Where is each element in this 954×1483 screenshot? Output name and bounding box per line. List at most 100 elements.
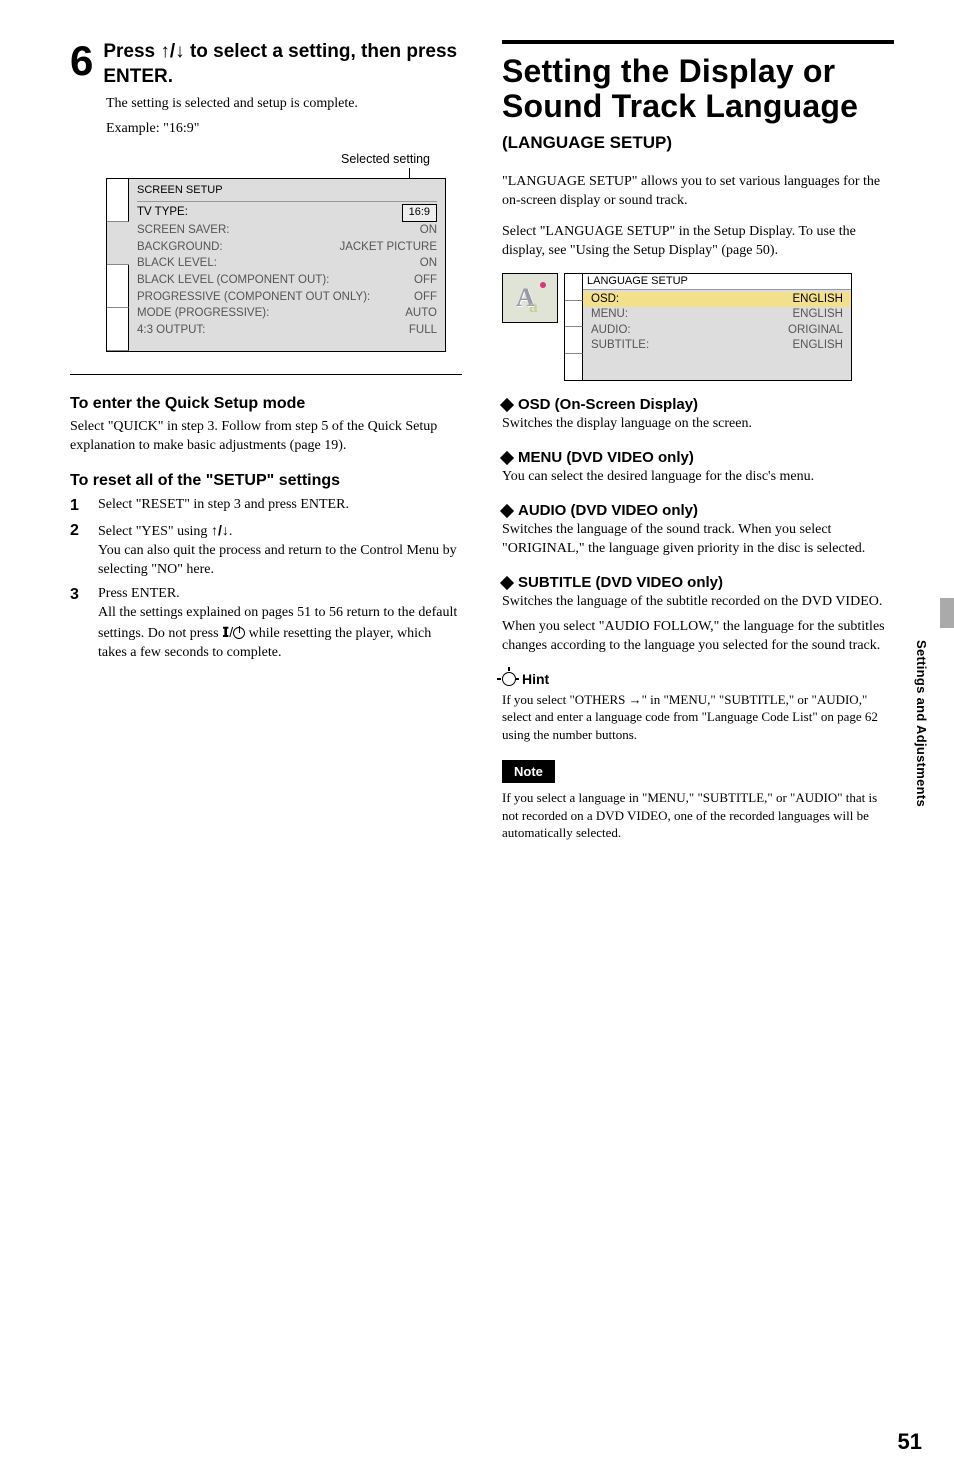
panel-value: OFF bbox=[414, 289, 437, 306]
lang-key: AUDIO: bbox=[591, 323, 631, 339]
heading-rule bbox=[502, 40, 894, 44]
diamond-bullet-icon bbox=[500, 576, 514, 590]
note-body: If you select a language in "MENU," "SUB… bbox=[502, 789, 894, 842]
right-arrow-icon: → bbox=[629, 692, 642, 707]
side-section-label: Settings and Adjustments bbox=[912, 640, 930, 807]
selected-setting-label: Selected setting bbox=[106, 151, 462, 168]
power-icon bbox=[233, 627, 245, 639]
selected-setting-pointer bbox=[409, 168, 410, 178]
panel-row: BLACK LEVEL: ON bbox=[137, 255, 437, 272]
diamond-bullet-icon bbox=[500, 398, 514, 412]
lang-panel-tabs bbox=[565, 274, 583, 380]
diamond-bullet-icon bbox=[500, 451, 514, 465]
panel-key: BACKGROUND: bbox=[137, 239, 223, 256]
osd-head-text: OSD (On-Screen Display) bbox=[518, 395, 698, 415]
audio-body: Switches the language of the sound track… bbox=[502, 521, 894, 559]
reset-3b: All the settings explained on pages 51 t… bbox=[98, 604, 462, 663]
hint-body: If you select "OTHERS →" in "MENU," "SUB… bbox=[502, 691, 894, 744]
step6-body-line1: The setting is selected and setup is com… bbox=[106, 95, 462, 114]
reset-step-1: 1 Select "RESET" in step 3 and press ENT… bbox=[70, 496, 462, 515]
panel-body: SCREEN SETUP TV TYPE: 16:9 SCREEN SAVER:… bbox=[129, 179, 445, 351]
panel-value: FULL bbox=[409, 322, 437, 339]
note-badge: Note bbox=[502, 760, 555, 784]
reset-step-2: 2 Select "YES" using ↑/↓. You can also q… bbox=[70, 521, 462, 580]
lang-val: ORIGINAL bbox=[788, 323, 843, 339]
left-column: 6 Press ↑/↓ to select a setting, then pr… bbox=[70, 40, 462, 848]
lang-row: SUBTITLE: ENGLISH bbox=[591, 338, 843, 354]
panel-row: BACKGROUND: JACKET PICTURE bbox=[137, 239, 437, 256]
panel-key: 4:3 OUTPUT: bbox=[137, 322, 205, 339]
step6-text-a: Press bbox=[103, 41, 160, 62]
screen-setup-figure: Selected setting SCREEN SETUP TV TYPE: 1… bbox=[106, 151, 462, 351]
step-6: 6 Press ↑/↓ to select a setting, then pr… bbox=[70, 40, 462, 89]
intro-paragraph: "LANGUAGE SETUP" allows you to set vario… bbox=[502, 173, 894, 211]
quick-setup-heading: To enter the Quick Setup mode bbox=[70, 393, 462, 415]
subtitle-body-2: When you select "AUDIO FOLLOW," the lang… bbox=[502, 618, 894, 656]
screen-setup-panel: SCREEN SETUP TV TYPE: 16:9 SCREEN SAVER:… bbox=[106, 178, 446, 352]
panel-key: BLACK LEVEL (COMPONENT OUT): bbox=[137, 272, 329, 289]
panel-tab bbox=[107, 308, 129, 351]
reset-heading: To reset all of the "SETUP" settings bbox=[70, 470, 462, 492]
reset-step-2-body: Select "YES" using ↑/↓. You can also qui… bbox=[98, 521, 462, 580]
panel-row: BLACK LEVEL (COMPONENT OUT): OFF bbox=[137, 272, 437, 289]
step-number-6: 6 bbox=[70, 40, 93, 82]
panel-tab bbox=[107, 265, 129, 308]
side-tab-marker bbox=[940, 598, 954, 628]
page-number: 51 bbox=[898, 1427, 922, 1457]
panel-key: TV TYPE: bbox=[137, 204, 188, 222]
reset-2a: Select "YES" using bbox=[98, 524, 211, 539]
menu-head-text: MENU (DVD VIDEO only) bbox=[518, 448, 694, 468]
subtitle-head-text: SUBTITLE (DVD VIDEO only) bbox=[518, 573, 723, 593]
reset-2a-end: . bbox=[229, 524, 233, 539]
updown-arrows-icon: ↑/↓ bbox=[211, 522, 229, 538]
reset-2b: You can also quit the process and return… bbox=[98, 542, 462, 580]
panel-value: ON bbox=[420, 255, 437, 272]
osd-heading: OSD (On-Screen Display) bbox=[502, 395, 894, 415]
panel-key: PROGRESSIVE (COMPONENT OUT ONLY): bbox=[137, 289, 370, 306]
panel-tabs bbox=[107, 179, 129, 351]
list-number: 3 bbox=[70, 585, 88, 663]
power-prefix: 𝗜/ bbox=[222, 624, 233, 640]
language-setup-figure: Aa LANGUAGE SETUP OSD:ENGLISH MENU:ENGLI… bbox=[502, 273, 852, 381]
lang-row: MENU: ENGLISH bbox=[591, 307, 843, 323]
panel-value-selected: 16:9 bbox=[402, 204, 437, 222]
panel-tab-active bbox=[107, 222, 129, 265]
lang-row: OSD: ENGLISH bbox=[583, 292, 851, 308]
subtitle-body-1: Switches the language of the subtitle re… bbox=[502, 593, 894, 612]
menu-heading: MENU (DVD VIDEO only) bbox=[502, 448, 894, 468]
language-setup-panel: LANGUAGE SETUP OSD:ENGLISH MENU:ENGLISH … bbox=[564, 273, 852, 381]
lang-val: ENGLISH bbox=[793, 338, 844, 354]
panel-row: 4:3 OUTPUT: FULL bbox=[137, 322, 437, 339]
updown-arrows-icon: ↑/↓ bbox=[160, 41, 184, 62]
lang-key: SUBTITLE: bbox=[591, 338, 649, 354]
panel-key: BLACK LEVEL: bbox=[137, 255, 217, 272]
panel-value: OFF bbox=[414, 272, 437, 289]
panel-value: JACKET PICTURE bbox=[339, 239, 437, 256]
step-6-heading: Press ↑/↓ to select a setting, then pres… bbox=[103, 40, 462, 89]
page-title: Setting the Display or Sound Track Langu… bbox=[502, 54, 894, 124]
panel-row: TV TYPE: 16:9 bbox=[137, 204, 437, 222]
lang-key: OSD: bbox=[591, 292, 619, 308]
lang-val: ENGLISH bbox=[793, 307, 844, 323]
osd-body: Switches the display language on the scr… bbox=[502, 415, 894, 434]
lang-panel-title: LANGUAGE SETUP bbox=[583, 274, 851, 290]
hint-bulb-icon bbox=[502, 672, 516, 686]
quick-setup-body: Select "QUICK" in step 3. Follow from st… bbox=[70, 418, 462, 456]
step6-body: The setting is selected and setup is com… bbox=[106, 95, 462, 139]
panel-row: MODE (PROGRESSIVE):AUTO bbox=[137, 305, 437, 322]
subtitle-heading: SUBTITLE (DVD VIDEO only) bbox=[502, 573, 894, 593]
page-subtitle: (LANGUAGE SETUP) bbox=[502, 132, 894, 155]
lang-key: MENU: bbox=[591, 307, 628, 323]
reset-step-3: 3 Press ENTER. All the settings explaine… bbox=[70, 585, 462, 663]
lang-val: ENGLISH bbox=[793, 292, 844, 308]
menu-body: You can select the desired language for … bbox=[502, 468, 894, 487]
panel-row: PROGRESSIVE (COMPONENT OUT ONLY): OFF bbox=[137, 289, 437, 306]
hint-heading: Hint bbox=[502, 670, 894, 689]
diamond-bullet-icon bbox=[500, 504, 514, 518]
panel-title: SCREEN SETUP bbox=[137, 183, 437, 199]
select-paragraph: Select "LANGUAGE SETUP" in the Setup Dis… bbox=[502, 223, 894, 261]
right-column: Setting the Display or Sound Track Langu… bbox=[502, 40, 894, 848]
list-number: 1 bbox=[70, 496, 88, 515]
step6-body-line2: Example: "16:9" bbox=[106, 120, 462, 139]
reset-3a: Press ENTER. bbox=[98, 585, 462, 604]
